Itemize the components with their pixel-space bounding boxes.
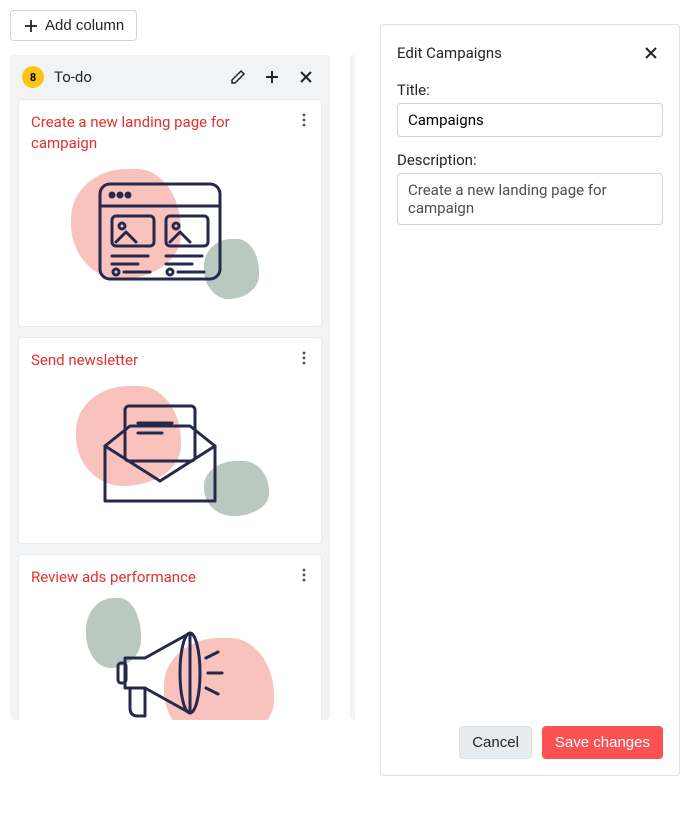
add-column-button[interactable]: Add column (10, 10, 137, 41)
browser-illustration (31, 164, 309, 314)
megaphone-illustration (31, 598, 309, 720)
close-icon (644, 46, 658, 60)
kanban-column: 8 To-do Create a new landing page for ca… (10, 55, 330, 720)
card-menu-button[interactable] (297, 350, 311, 370)
envelope-illustration (31, 381, 309, 531)
description-field[interactable]: Create a new landing page for campaign (397, 173, 663, 225)
kanban-card[interactable]: Review ads performance (18, 554, 322, 720)
card-menu-button[interactable] (297, 567, 311, 587)
close-panel-button[interactable] (639, 41, 663, 65)
dots-vertical-icon (297, 350, 311, 366)
remove-column-button[interactable] (294, 65, 318, 89)
description-label: Description: (397, 151, 663, 169)
pencil-icon (230, 69, 246, 85)
column-body: Create a new landing page for campaign S… (10, 99, 330, 720)
plus-icon (23, 18, 39, 34)
column-title: To-do (54, 68, 216, 86)
close-icon (299, 70, 313, 84)
column-badge: 8 (22, 66, 44, 88)
cancel-button[interactable]: Cancel (459, 726, 532, 759)
card-title: Send newsletter (31, 350, 309, 371)
edit-column-button[interactable] (226, 65, 250, 89)
edit-panel-title: Edit Campaigns (397, 44, 502, 62)
save-button[interactable]: Save changes (542, 726, 663, 759)
card-menu-button[interactable] (297, 112, 311, 132)
card-title: Create a new landing page for campaign (31, 112, 309, 154)
dots-vertical-icon (297, 112, 311, 128)
kanban-column (350, 55, 355, 720)
dots-vertical-icon (297, 567, 311, 583)
kanban-card[interactable]: Send newsletter (18, 337, 322, 544)
plus-icon (264, 69, 280, 85)
title-label: Title: (397, 81, 663, 99)
kanban-card[interactable]: Create a new landing page for campaign (18, 99, 322, 327)
edit-panel: Edit Campaigns Title: Description: Creat… (380, 24, 680, 776)
add-card-button[interactable] (260, 65, 284, 89)
add-column-label: Add column (45, 17, 124, 34)
kanban-board: 8 To-do Create a new landing page for ca… (10, 55, 355, 730)
card-title: Review ads performance (31, 567, 309, 588)
title-input[interactable] (397, 103, 663, 137)
